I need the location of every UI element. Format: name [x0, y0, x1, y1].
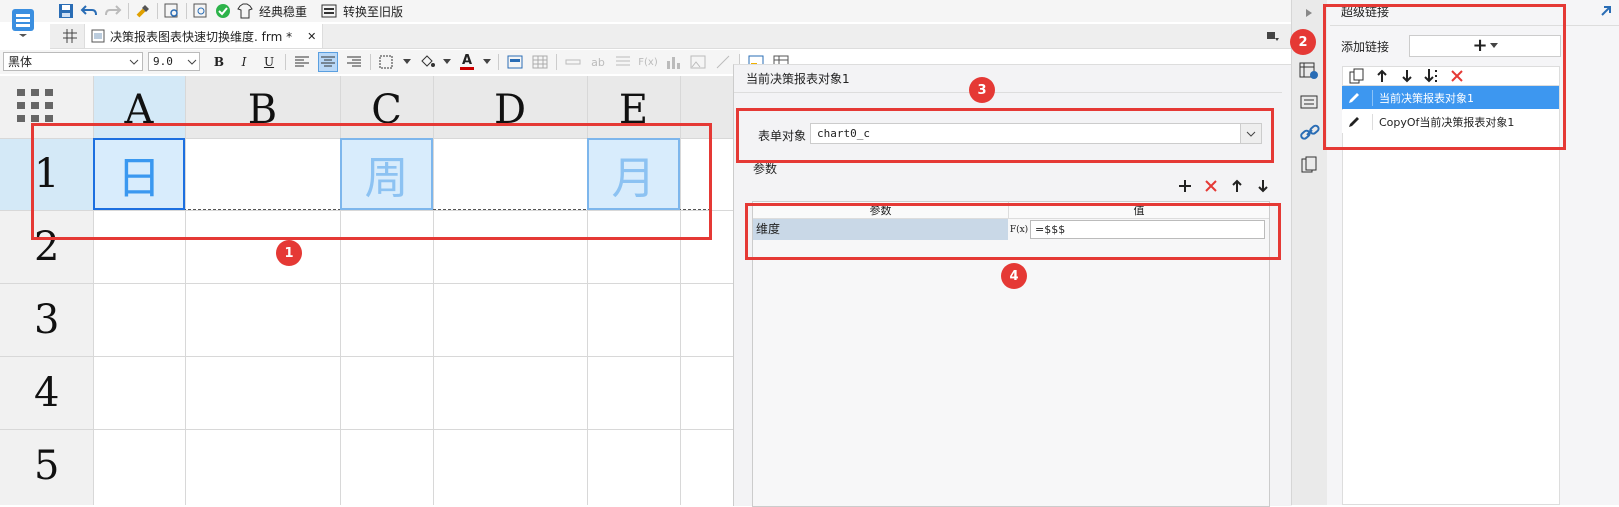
app-menu-icon[interactable]	[8, 2, 38, 42]
grid-view-icon[interactable]	[62, 28, 78, 44]
quick-toolbar: 经典稳重 转换至旧版	[58, 0, 403, 22]
formula-icon: F(x)	[638, 56, 658, 68]
list-icon	[614, 53, 632, 71]
font-select[interactable]: 黑体	[3, 52, 143, 71]
annotation-badge-1: 1	[276, 240, 302, 266]
report-file-icon	[91, 29, 105, 43]
annotation-box-1	[31, 123, 712, 240]
collapse-arrow-icon[interactable]	[1305, 8, 1313, 18]
link-icon[interactable]	[1300, 124, 1320, 142]
copy-doc-icon[interactable]	[1300, 156, 1320, 174]
text-color-letter: A	[461, 52, 473, 68]
chevron-down-icon[interactable]	[443, 59, 451, 65]
italic-button[interactable]: I	[235, 53, 253, 71]
text-color-bar	[460, 66, 474, 70]
annotation-badge-2: 2	[1290, 29, 1316, 55]
font-size-select[interactable]: 9.0	[148, 52, 200, 71]
add-icon[interactable]	[1176, 177, 1194, 195]
row-header-4[interactable]: 4	[0, 357, 95, 429]
row-header-3[interactable]: 3	[0, 284, 95, 356]
delete-icon[interactable]	[1202, 177, 1220, 195]
format-buttons: B I U A ab F(x)	[210, 52, 790, 72]
grid-line	[0, 429, 733, 430]
align-right-icon[interactable]	[345, 53, 363, 71]
format-brush-icon[interactable]	[135, 3, 151, 19]
panel-pin-icon[interactable]	[1600, 5, 1612, 17]
annotation-badge-4: 4	[1001, 263, 1027, 289]
annotation-box-4	[745, 203, 1281, 260]
annotation-box-3	[736, 108, 1274, 163]
table-icon[interactable]	[531, 53, 549, 71]
dialog-title-divider	[734, 92, 1282, 93]
move-down-icon[interactable]	[1254, 177, 1272, 195]
text-ab-icon: ab	[591, 55, 605, 69]
font-size: 9.0	[153, 55, 173, 68]
theme-shirt-icon[interactable]	[237, 3, 253, 19]
theme-label[interactable]: 经典稳重	[259, 3, 307, 20]
cell-element-icon[interactable]	[1299, 62, 1319, 80]
annotation-box-2	[1323, 4, 1566, 150]
search-doc-icon[interactable]	[193, 3, 209, 19]
undo-icon[interactable]	[80, 3, 98, 19]
file-tab[interactable]: 决策报表图表快速切换维度. frm * ✕	[84, 24, 324, 48]
row-header-5[interactable]: 5	[0, 430, 95, 502]
cell-properties-icon[interactable]	[1299, 94, 1319, 112]
chevron-down-icon	[126, 58, 142, 66]
align-left-icon[interactable]	[293, 53, 311, 71]
slash-icon	[714, 53, 732, 71]
cell-attr-icon[interactable]	[506, 53, 524, 71]
switch-version-label[interactable]: 转换至旧版	[343, 3, 403, 20]
grid-line	[0, 283, 733, 284]
grid-line	[0, 356, 733, 357]
close-tab-icon[interactable]: ✕	[307, 30, 316, 43]
align-center-icon[interactable]	[318, 52, 338, 72]
params-actions	[1176, 177, 1272, 195]
chevron-down-icon	[185, 58, 199, 66]
chevron-down-icon[interactable]	[483, 59, 491, 65]
border-icon[interactable]	[378, 53, 396, 71]
fill-color-icon[interactable]	[418, 53, 436, 71]
text-color-icon[interactable]: A	[458, 53, 476, 71]
select-all-icon[interactable]	[17, 89, 59, 126]
font-name: 黑体	[8, 55, 33, 69]
move-up-icon[interactable]	[1228, 177, 1246, 195]
chart-icon	[664, 53, 682, 71]
check-circle-icon[interactable]	[215, 3, 231, 19]
preview-icon[interactable]	[164, 3, 180, 19]
underline-button[interactable]: U	[260, 53, 278, 71]
annotation-badge-3: 3	[969, 77, 995, 103]
chevron-down-icon[interactable]	[403, 59, 411, 65]
image-icon	[689, 53, 707, 71]
redo-icon[interactable]	[104, 3, 122, 19]
save-icon[interactable]	[58, 3, 74, 19]
dropdown-arrow-icon[interactable]	[1266, 30, 1280, 42]
file-tab-title: 决策报表图表快速切换维度. frm *	[110, 29, 293, 44]
dialog-title: 当前决策报表对象1	[746, 72, 850, 86]
bold-button[interactable]: B	[210, 53, 228, 71]
switch-version-icon[interactable]	[321, 3, 337, 19]
insert-row-icon	[564, 53, 582, 71]
